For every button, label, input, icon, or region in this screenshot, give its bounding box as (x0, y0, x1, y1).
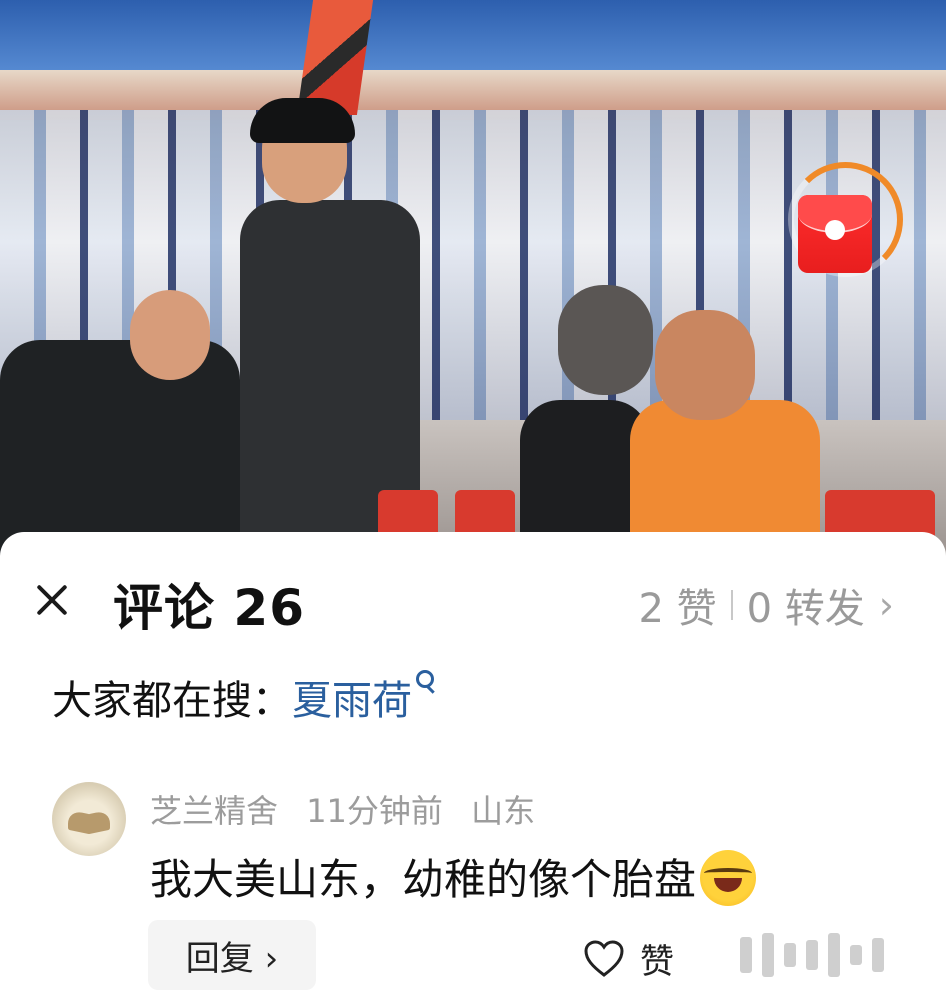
search-icon[interactable] (416, 670, 434, 688)
trending-search: 大家都在搜：夏雨荷 (52, 668, 434, 726)
comment-count-title: 评论 26 (113, 579, 305, 637)
comment-body[interactable]: 我大美山东，幼稚的像个胎盘 (150, 846, 757, 907)
more-actions-icon[interactable] (740, 930, 930, 980)
cap (250, 98, 355, 143)
like-button[interactable]: 赞 (584, 934, 674, 983)
heart-icon (584, 939, 624, 978)
like-label: 赞 (640, 942, 674, 982)
divider (730, 590, 733, 620)
red-packet-icon[interactable] (798, 195, 872, 273)
avatar[interactable] (52, 782, 126, 856)
sky (0, 0, 946, 80)
chevron-right-icon: › (878, 583, 894, 627)
laughing-crying-emoji-icon (700, 850, 757, 906)
comment-author[interactable]: 芝兰精舍 (150, 792, 278, 830)
close-icon[interactable] (30, 578, 74, 622)
comment-time: 11分钟前 (306, 792, 443, 830)
trending-label: 大家都在搜： (52, 678, 292, 724)
post-stats[interactable]: 2 赞 0 转发 › (638, 576, 894, 634)
spectator-left (0, 340, 240, 560)
trending-search-term[interactable]: 夏雨荷 (292, 678, 412, 724)
likes-count: 2 赞 (638, 586, 717, 632)
video-frame[interactable] (0, 0, 946, 560)
comment-meta: 芝兰精舍 11分钟前 山东 (150, 786, 553, 832)
comment-location: 山东 (471, 792, 536, 830)
comment-text: 我大美山东，幼稚的像个胎盘 (150, 855, 697, 904)
reply-button[interactable]: 回复 › (148, 920, 316, 990)
shares-count: 0 转发 (746, 586, 865, 632)
